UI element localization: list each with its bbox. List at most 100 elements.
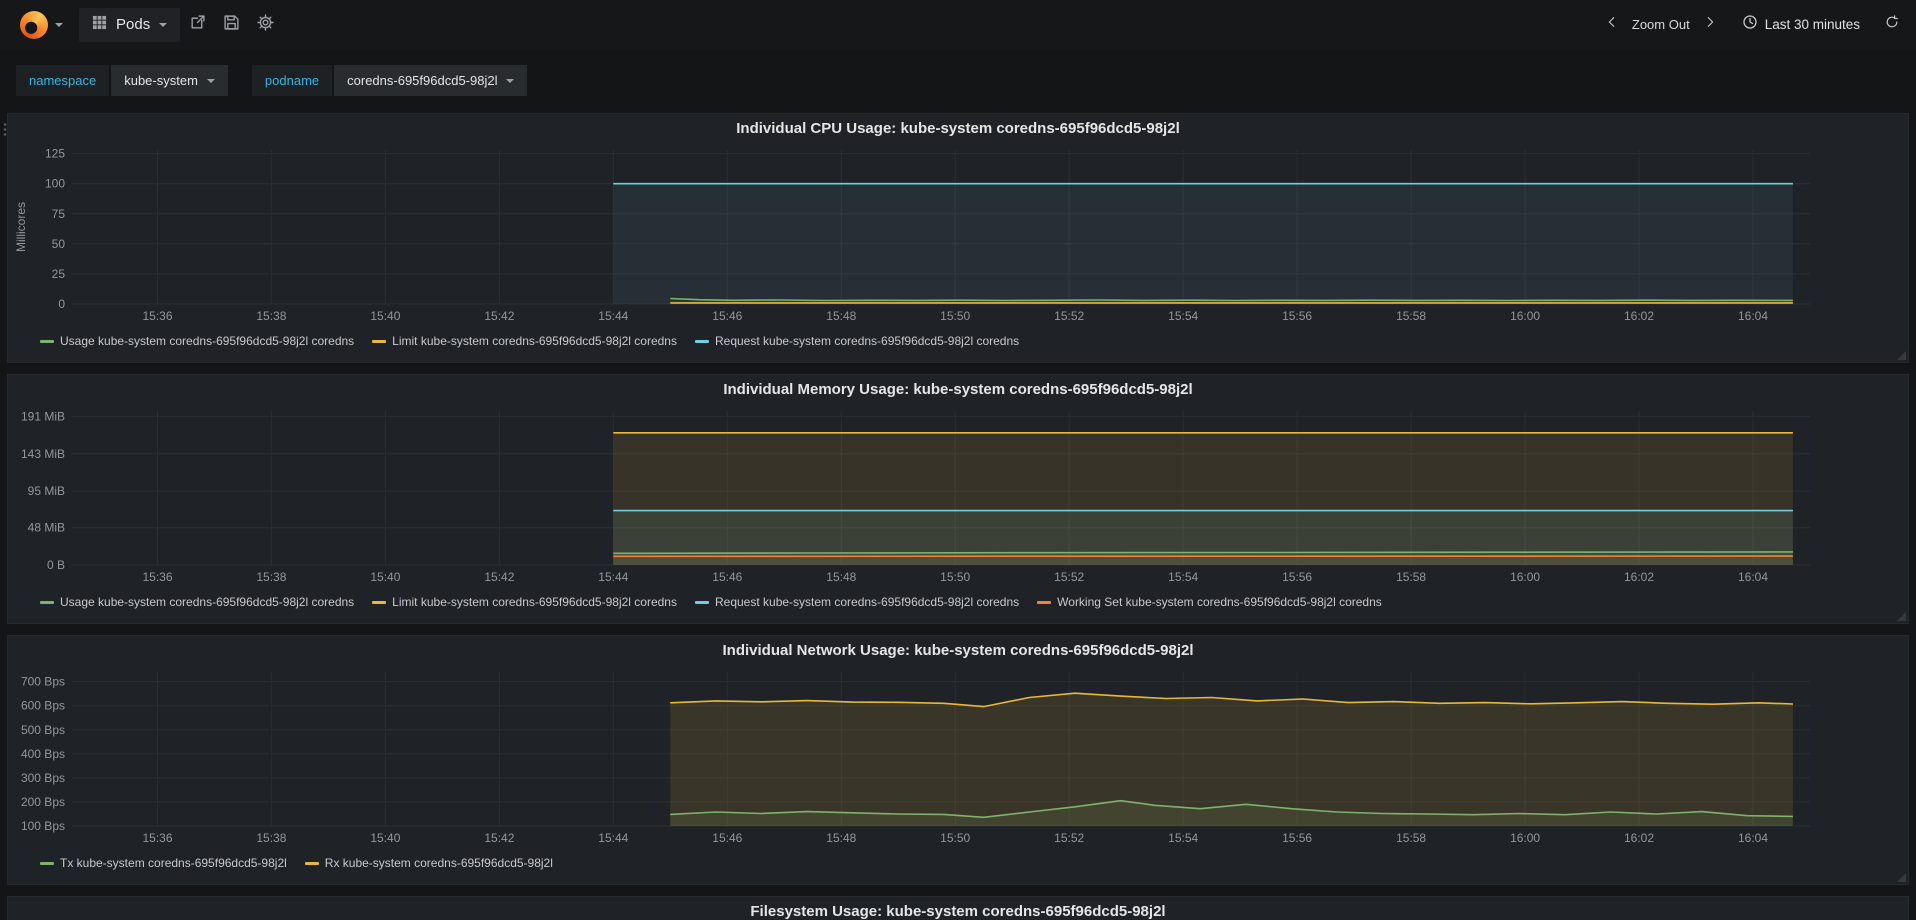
svg-text:16:02: 16:02 [1624, 831, 1654, 845]
svg-text:15:46: 15:46 [712, 570, 742, 584]
variable-namespace: namespace kube-system [16, 65, 228, 96]
legend-series-color [40, 339, 54, 343]
svg-text:700 Bps: 700 Bps [21, 675, 65, 689]
svg-text:48 MiB: 48 MiB [28, 521, 65, 535]
dashboard-picker[interactable]: Pods [79, 7, 181, 42]
svg-text:600 Bps: 600 Bps [21, 699, 65, 713]
svg-text:15:52: 15:52 [1054, 570, 1084, 584]
svg-text:15:36: 15:36 [142, 570, 172, 584]
svg-text:100 Bps: 100 Bps [21, 819, 65, 833]
svg-text:15:58: 15:58 [1396, 831, 1426, 845]
panel-title-filesystem[interactable]: Filesystem Usage: kube-system coredns-69… [8, 897, 1908, 920]
share-button[interactable] [180, 8, 214, 42]
chevron-down-icon [506, 78, 515, 83]
svg-text:15:58: 15:58 [1396, 309, 1426, 323]
svg-text:15:44: 15:44 [598, 831, 628, 845]
panel-cpu-usage: Individual CPU Usage: kube-system coredn… [3, 113, 1909, 363]
legend-series-color [1037, 600, 1052, 604]
legend-series-color [40, 861, 54, 865]
svg-text:15:44: 15:44 [598, 309, 628, 323]
memory-usage-legend: Usage kube-system coredns-695f96dcd5-98j… [8, 589, 1908, 609]
legend-item[interactable]: Limit kube-system coredns-695f96dcd5-98j… [372, 595, 677, 609]
network-usage-chart[interactable]: 100 Bps 200 Bps 300 Bps 400 Bps 500 Bps 600 B… [14, 666, 1902, 850]
panel-title-cpu[interactable]: Individual CPU Usage: kube-system coredn… [8, 114, 1908, 144]
podname-dropdown[interactable]: coredns-695f96dcd5-98j2l [334, 65, 528, 96]
time-range-picker[interactable]: Last 30 minutes [1728, 14, 1874, 35]
svg-text:400 Bps: 400 Bps [21, 747, 65, 761]
svg-text:100: 100 [45, 177, 65, 191]
chevron-down-icon [55, 22, 63, 27]
time-controls: Zoom Out Last 30 minutes [1600, 13, 1904, 37]
svg-text:15:42: 15:42 [484, 309, 514, 323]
namespace-dropdown[interactable]: kube-system [111, 65, 228, 96]
panel-resize-handle[interactable] [1897, 351, 1906, 360]
svg-text:95 MiB: 95 MiB [28, 484, 65, 498]
share-icon [189, 14, 206, 36]
legend-series-color [372, 600, 387, 604]
panel-memory-usage: Individual Memory Usage: kube-system cor… [7, 374, 1909, 624]
memory-usage-chart[interactable]: 0 B 48 MiB 95 MiB 143 MiB 191 MiB 15:36 15:38 1… [14, 405, 1902, 589]
legend-series-color [694, 339, 709, 343]
gear-icon [257, 13, 274, 36]
chart-svg[interactable]: 0 B 48 MiB 95 MiB 143 MiB 191 MiB 15:36 15:38 1… [14, 405, 1902, 589]
time-back-button[interactable] [1600, 13, 1624, 37]
svg-text:16:04: 16:04 [1738, 570, 1768, 584]
clock-icon [1742, 14, 1758, 35]
refresh-button[interactable] [1880, 13, 1904, 37]
legend-item[interactable]: Request kube-system coredns-695f96dcd5-9… [694, 334, 1019, 348]
svg-text:15:58: 15:58 [1396, 570, 1426, 584]
svg-text:15:38: 15:38 [256, 309, 286, 323]
zoom-out-button[interactable]: Zoom Out [1630, 17, 1692, 32]
save-icon [223, 14, 240, 36]
legend-item[interactable]: Working Set kube-system coredns-695f96dc… [1037, 595, 1382, 609]
save-button[interactable] [214, 8, 248, 42]
cpu-usage-chart[interactable]: 0 25 50 75 100 125 15:36 15:38 15:40 15:42 15:44 15… [14, 144, 1902, 328]
svg-text:15:54: 15:54 [1168, 570, 1198, 584]
variable-namespace-label: namespace [16, 65, 110, 96]
svg-text:200 Bps: 200 Bps [21, 795, 65, 809]
svg-text:15:52: 15:52 [1054, 309, 1084, 323]
legend-item[interactable]: Usage kube-system coredns-695f96dcd5-98j… [40, 595, 354, 609]
svg-text:16:02: 16:02 [1624, 570, 1654, 584]
legend-item[interactable]: Rx kube-system coredns-695f96dcd5-98j2l [304, 856, 553, 870]
panel-resize-handle[interactable] [1897, 873, 1906, 882]
svg-text:0 B: 0 B [47, 558, 65, 572]
chevron-down-icon [206, 78, 215, 83]
svg-text:15:36: 15:36 [142, 309, 172, 323]
panel-network-usage: Individual Network Usage: kube-system co… [7, 635, 1909, 885]
svg-text:15:48: 15:48 [826, 309, 856, 323]
svg-text:15:50: 15:50 [940, 831, 970, 845]
svg-text:15:48: 15:48 [826, 831, 856, 845]
legend-item[interactable]: Usage kube-system coredns-695f96dcd5-98j… [40, 334, 354, 348]
panel-resize-handle[interactable] [1897, 612, 1906, 621]
row-drag-handle[interactable] [3, 122, 7, 138]
svg-text:16:04: 16:04 [1738, 309, 1768, 323]
time-forward-button[interactable] [1698, 13, 1722, 37]
chart-svg[interactable]: 100 Bps 200 Bps 300 Bps 400 Bps 500 Bps 600 B… [14, 666, 1902, 850]
panel-title-network[interactable]: Individual Network Usage: kube-system co… [8, 636, 1908, 666]
svg-text:15:38: 15:38 [256, 570, 286, 584]
svg-text:300 Bps: 300 Bps [21, 771, 65, 785]
svg-text:191 MiB: 191 MiB [21, 409, 65, 423]
svg-text:15:36: 15:36 [142, 831, 172, 845]
svg-text:15:48: 15:48 [826, 570, 856, 584]
svg-text:143 MiB: 143 MiB [21, 447, 65, 461]
svg-text:15:56: 15:56 [1282, 831, 1312, 845]
settings-button[interactable] [248, 8, 282, 42]
svg-text:15:50: 15:50 [940, 570, 970, 584]
legend-item[interactable]: Limit kube-system coredns-695f96dcd5-98j… [372, 334, 677, 348]
panel-title-memory[interactable]: Individual Memory Usage: kube-system cor… [8, 375, 1908, 405]
podname-value: coredns-695f96dcd5-98j2l [347, 73, 498, 88]
chevron-right-icon [1703, 15, 1717, 34]
legend-item[interactable]: Tx kube-system coredns-695f96dcd5-98j2l [40, 856, 287, 870]
template-variables-row: namespace kube-system podname coredns-69… [0, 49, 1916, 113]
grafana-menu-button[interactable] [12, 10, 71, 39]
legend-item[interactable]: Request kube-system coredns-695f96dcd5-9… [694, 595, 1019, 609]
refresh-icon [1885, 15, 1899, 34]
chart-svg[interactable]: 0 25 50 75 100 125 15:36 15:38 15:40 15:42 15:44 15… [14, 144, 1902, 328]
svg-text:50: 50 [52, 237, 66, 251]
svg-text:16:04: 16:04 [1738, 831, 1768, 845]
svg-text:16:00: 16:00 [1510, 570, 1540, 584]
svg-text:15:40: 15:40 [370, 309, 400, 323]
svg-text:15:42: 15:42 [484, 570, 514, 584]
